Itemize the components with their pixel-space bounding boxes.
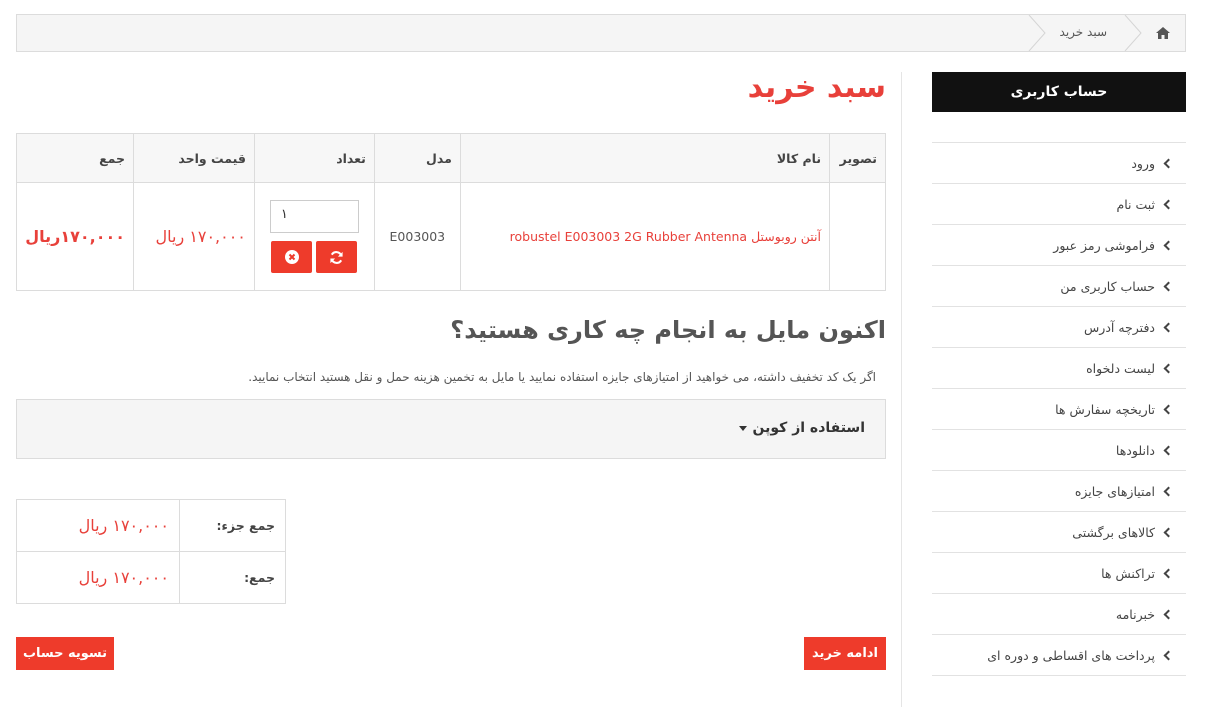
home-icon[interactable] xyxy=(1155,25,1171,41)
table-row: آنتن روبوستل robustel E003003 2G Rubber … xyxy=(15,182,886,291)
sidebar-item-address-book[interactable]: دفترچه آدرس xyxy=(932,307,1186,348)
account-sidebar: حساب کاربری ورود ثبت نام فراموشی رمز عبو… xyxy=(932,72,1186,676)
subtotal-label: جمع جزء: xyxy=(179,499,286,552)
sidebar-item-register[interactable]: ثبت نام xyxy=(932,184,1186,225)
sidebar-item-my-account[interactable]: حساب کاربری من xyxy=(932,266,1186,307)
sidebar-item-transactions[interactable]: تراکنش ها xyxy=(932,553,1186,594)
column-divider xyxy=(901,72,902,707)
chevron-left-icon xyxy=(1163,363,1174,373)
product-model: E003003 xyxy=(373,182,461,291)
quantity-input[interactable]: ۱ xyxy=(269,200,359,233)
next-steps-description: اگر یک کد تخفیف داشته، می خواهید از امتی… xyxy=(248,370,876,384)
sidebar-title: حساب کاربری xyxy=(932,72,1186,112)
sidebar-item-label: دانلودها xyxy=(1115,442,1155,458)
product-image-cell xyxy=(829,182,886,291)
column-header-quantity: تعداد xyxy=(253,133,375,183)
sidebar-item-label: حساب کاربری من xyxy=(1060,278,1155,294)
coupon-panel[interactable]: استفاده از کوپن xyxy=(16,399,886,459)
quantity-cell: ۱ xyxy=(253,182,375,291)
next-steps-title: اکنون مایل به انجام چه کاری هستید؟ xyxy=(450,316,886,344)
refresh-icon xyxy=(330,250,343,264)
coupon-toggle[interactable]: استفاده از کوپن xyxy=(738,420,865,436)
sidebar-item-newsletter[interactable]: خبرنامه xyxy=(932,594,1186,635)
totals-table: جمع جزء: ۱۷۰,۰۰۰ ریال جمع: ۱۷۰,۰۰۰ ریال xyxy=(16,499,286,604)
sidebar-item-returns[interactable]: کالاهای برگشتی xyxy=(932,512,1186,553)
continue-shopping-button[interactable]: ادامه خرید xyxy=(804,637,886,670)
checkout-button[interactable]: تسویه حساب xyxy=(16,637,114,670)
column-header-name: نام کالا xyxy=(459,133,831,183)
row-total: ۱۷۰,۰۰۰ریال xyxy=(15,182,135,291)
column-header-unit-price: قیمت واحد xyxy=(133,133,255,183)
cart-header-row: تصویر نام کالا مدل تعداد قیمت واحد جمع xyxy=(15,133,886,183)
sidebar-item-login[interactable]: ورود xyxy=(932,143,1186,184)
column-header-model: مدل xyxy=(373,133,461,183)
chevron-left-icon xyxy=(1163,322,1174,332)
sidebar-item-label: تراکنش ها xyxy=(1101,565,1155,581)
total-value: ۱۷۰,۰۰۰ ریال xyxy=(16,551,180,604)
caret-down-icon xyxy=(738,425,747,431)
sidebar-item-label: فراموشی رمز عبور xyxy=(1053,237,1155,253)
sidebar-item-label: دفترچه آدرس xyxy=(1084,319,1155,335)
chevron-left-icon xyxy=(1163,445,1174,455)
sidebar-item-label: ثبت نام xyxy=(1116,196,1155,212)
sidebar-item-forgot-password[interactable]: فراموشی رمز عبور xyxy=(932,225,1186,266)
chevron-left-icon xyxy=(1163,404,1174,414)
coupon-label: استفاده از کوپن xyxy=(752,420,865,436)
table-row: جمع: ۱۷۰,۰۰۰ ریال xyxy=(16,551,286,604)
sidebar-item-recurring-payments[interactable]: پرداخت های اقساطی و دوره ای xyxy=(932,635,1186,676)
chevron-left-icon xyxy=(1163,527,1174,537)
subtotal-value: ۱۷۰,۰۰۰ ریال xyxy=(16,499,180,552)
sidebar-item-label: امتیازهای جایزه xyxy=(1074,483,1155,499)
sidebar-item-label: تاریخچه سفارش ها xyxy=(1055,401,1155,417)
sidebar-item-label: ورود xyxy=(1131,155,1155,171)
chevron-left-icon xyxy=(1163,240,1174,250)
product-name-link[interactable]: آنتن روبوستل robustel E003003 2G Rubber … xyxy=(459,182,831,291)
chevron-left-icon xyxy=(1163,650,1174,660)
cart-table: تصویر نام کالا مدل تعداد قیمت واحد جمع آ… xyxy=(15,133,886,291)
unit-price: ۱۷۰,۰۰۰ ریال xyxy=(133,182,255,291)
sidebar-item-label: کالاهای برگشتی xyxy=(1072,524,1155,540)
page-title: سبد خرید xyxy=(747,70,886,105)
column-header-image: تصویر xyxy=(829,133,886,183)
breadcrumb-current[interactable]: سبد خرید xyxy=(1060,25,1107,39)
breadcrumb-separator-icon xyxy=(1124,15,1142,51)
sidebar-item-reward-points[interactable]: امتیازهای جایزه xyxy=(932,471,1186,512)
sidebar-item-wishlist[interactable]: لیست دلخواه xyxy=(932,348,1186,389)
sidebar-item-label: خبرنامه xyxy=(1115,606,1155,622)
table-row: جمع جزء: ۱۷۰,۰۰۰ ریال xyxy=(16,499,286,552)
chevron-left-icon xyxy=(1163,609,1174,619)
sidebar-item-order-history[interactable]: تاریخچه سفارش ها xyxy=(932,389,1186,430)
remove-button[interactable] xyxy=(271,241,313,273)
sidebar-item-label: لیست دلخواه xyxy=(1086,360,1155,376)
breadcrumb-separator-icon xyxy=(1028,15,1046,51)
chevron-left-icon xyxy=(1163,486,1174,496)
total-label: جمع: xyxy=(179,551,286,604)
chevron-left-icon xyxy=(1163,281,1174,291)
column-header-total: جمع xyxy=(15,133,135,183)
chevron-left-icon xyxy=(1163,199,1174,209)
sidebar-item-downloads[interactable]: دانلودها xyxy=(932,430,1186,471)
remove-icon xyxy=(284,250,299,264)
update-quantity-button[interactable] xyxy=(316,241,358,273)
breadcrumb: سبد خرید xyxy=(16,14,1186,52)
sidebar-item-label: پرداخت های اقساطی و دوره ای xyxy=(987,647,1155,663)
chevron-left-icon xyxy=(1163,158,1174,168)
chevron-left-icon xyxy=(1163,568,1174,578)
sidebar-menu: ورود ثبت نام فراموشی رمز عبور حساب کاربر… xyxy=(932,142,1186,676)
